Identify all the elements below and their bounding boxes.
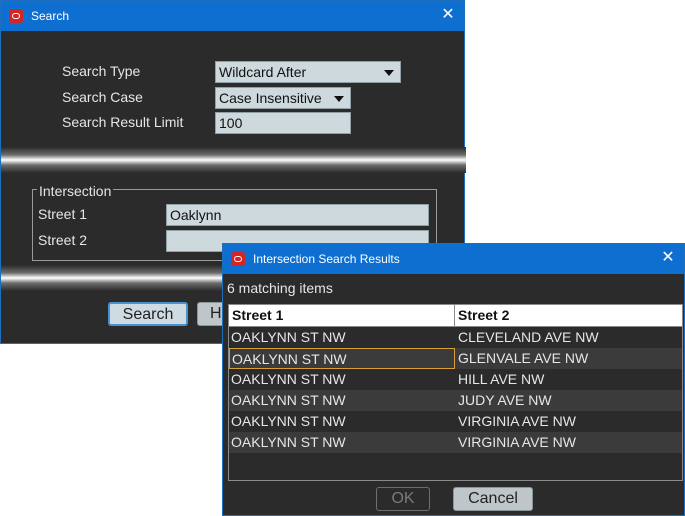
table-row[interactable]: OAKLYNN ST NW CLEVELAND AVE NW: [229, 327, 682, 348]
search-type-dropdown[interactable]: Wildcard After: [215, 61, 401, 83]
table-row[interactable]: OAKLYNN ST NW VIRGINIA AVE NW: [229, 432, 682, 453]
table-header: Street 1 Street 2: [229, 305, 682, 327]
close-icon[interactable]: ✕: [440, 6, 456, 24]
result-limit-label: Search Result Limit: [62, 114, 184, 130]
search-case-label: Search Case: [62, 89, 143, 105]
search-button[interactable]: Search: [108, 302, 188, 326]
search-case-value: Case Insensitive: [219, 90, 322, 106]
table-cell-street2[interactable]: HILL AVE NW: [455, 369, 682, 390]
street1-input[interactable]: Oaklynn: [166, 204, 429, 226]
separator: [1, 147, 466, 173]
column-header-street2[interactable]: Street 2: [455, 305, 682, 326]
match-count: 6 matching items: [227, 280, 333, 296]
cancel-button[interactable]: Cancel: [453, 487, 533, 511]
table-cell-street2[interactable]: VIRGINIA AVE NW: [455, 411, 682, 432]
table-cell-street2[interactable]: GLENVALE AVE NW: [455, 348, 682, 369]
table-row[interactable]: OAKLYNN ST NW JUDY AVE NW: [229, 390, 682, 411]
table-cell-street1[interactable]: OAKLYNN ST NW: [229, 432, 455, 453]
results-titlebar[interactable]: Intersection Search Results ✕: [223, 244, 684, 274]
oracle-logo-icon: [231, 252, 245, 266]
table-cell-street1[interactable]: OAKLYNN ST NW: [229, 327, 455, 348]
table-row[interactable]: OAKLYNN ST NW HILL AVE NW: [229, 369, 682, 390]
table-cell-street2[interactable]: JUDY AVE NW: [455, 390, 682, 411]
chevron-down-icon: [384, 70, 394, 76]
intersection-group-label: Intersection: [37, 183, 114, 199]
search-type-value: Wildcard After: [219, 64, 307, 80]
street2-label: Street 2: [38, 232, 88, 248]
result-limit-input[interactable]: 100: [215, 112, 351, 134]
results-table: Street 1 Street 2 OAKLYNN ST NW CLEVELAN…: [228, 304, 683, 481]
street1-label: Street 1: [38, 206, 88, 222]
chevron-down-icon: [334, 96, 344, 102]
ok-button[interactable]: OK: [376, 487, 430, 511]
search-case-dropdown[interactable]: Case Insensitive: [215, 87, 351, 109]
results-dialog-title: Intersection Search Results: [253, 252, 400, 266]
table-cell-street1-selected[interactable]: OAKLYNN ST NW: [229, 348, 455, 369]
search-dialog-title: Search: [31, 9, 70, 23]
table-cell-street2[interactable]: VIRGINIA AVE NW: [455, 432, 682, 453]
table-cell-street1[interactable]: OAKLYNN ST NW: [229, 369, 455, 390]
table-row[interactable]: OAKLYNN ST NW VIRGINIA AVE NW: [229, 411, 682, 432]
close-icon[interactable]: ✕: [660, 249, 676, 267]
table-cell-street1[interactable]: OAKLYNN ST NW: [229, 411, 455, 432]
table-cell-street1[interactable]: OAKLYNN ST NW: [229, 390, 455, 411]
results-dialog: Intersection Search Results ✕ 6 matching…: [222, 243, 685, 516]
search-type-label: Search Type: [62, 63, 141, 79]
table-cell-street2[interactable]: CLEVELAND AVE NW: [455, 327, 682, 348]
column-header-street1[interactable]: Street 1: [229, 305, 455, 326]
table-row[interactable]: OAKLYNN ST NW GLENVALE AVE NW: [229, 348, 682, 369]
search-titlebar[interactable]: Search ✕: [1, 1, 464, 31]
oracle-logo-icon: [9, 9, 23, 23]
